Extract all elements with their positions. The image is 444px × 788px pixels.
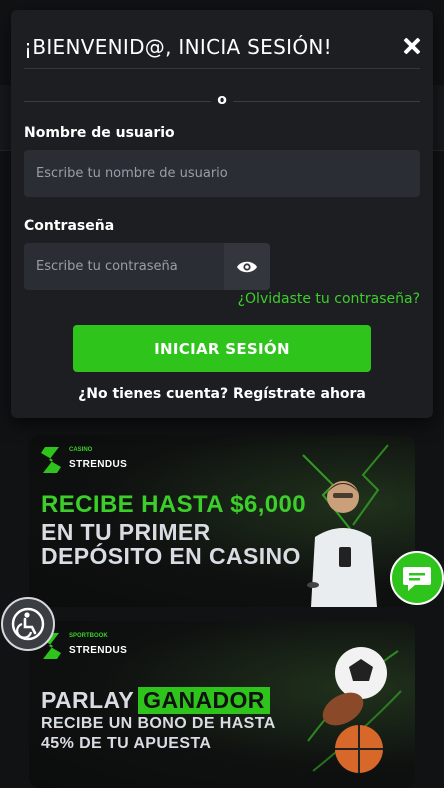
- promo-headline-tag: GANADOR: [138, 687, 270, 714]
- strendus-logo: SPORTBOOK STRENDUS: [39, 631, 129, 661]
- strendus-logo: CASINO STRENDUS: [39, 445, 129, 475]
- chat-icon: [403, 567, 431, 591]
- promo-line: EN TU PRIMER: [41, 519, 211, 545]
- logo-brand: STRENDUS: [69, 645, 128, 656]
- promo-headline: PARLAY GANADOR: [41, 687, 270, 714]
- sportsbook-promo-banner[interactable]: SPORTBOOK STRENDUS PARLAY GANADOR RECIBE …: [29, 621, 415, 788]
- promo-person-illustration: [302, 444, 389, 607]
- close-icon[interactable]: [403, 37, 421, 55]
- login-button[interactable]: INICIAR SESIÓN: [73, 325, 371, 372]
- strendus-s-icon: [41, 447, 61, 473]
- forgot-password-link[interactable]: ¿Olvidaste tu contraseña?: [238, 291, 420, 307]
- or-divider: o: [24, 92, 420, 108]
- username-input[interactable]: [24, 150, 420, 197]
- show-password-button[interactable]: [224, 243, 270, 290]
- register-link[interactable]: ¿No tienes cuenta? Regístrate ahora: [11, 386, 433, 402]
- casino-promo-banner[interactable]: CASINO STRENDUS RECIBE HASTA $6,000 EN T…: [29, 435, 415, 607]
- accessibility-button[interactable]: [1, 597, 55, 651]
- promo-line: RECIBE UN BONO DE HASTA: [41, 715, 276, 732]
- password-input[interactable]: [24, 243, 224, 290]
- eye-icon: [237, 261, 257, 272]
- modal-title: ¡BIENVENID@, INICIA SESIÓN!: [24, 35, 332, 59]
- username-label: Nombre de usuario: [24, 125, 175, 141]
- logo-brand: STRENDUS: [69, 459, 128, 470]
- chat-button[interactable]: [390, 551, 444, 605]
- or-separator-text: o: [211, 92, 233, 108]
- accessibility-icon: [11, 607, 45, 641]
- title-divider: [24, 68, 420, 69]
- promo-line: DEPÓSITO EN CASINO: [41, 543, 301, 569]
- logo-subtitle: CASINO: [69, 447, 93, 453]
- promo-headline-part: PARLAY: [41, 687, 135, 713]
- logo-subtitle: SPORTBOOK: [69, 633, 108, 639]
- promo-line: 45% DE TU APUESTA: [41, 735, 212, 752]
- sports-balls-illustration: [307, 647, 402, 773]
- promo-headline: RECIBE HASTA $6,000: [41, 491, 307, 518]
- password-label: Contraseña: [24, 218, 115, 234]
- login-modal: ¡BIENVENID@, INICIA SESIÓN! o Nombre de …: [11, 10, 433, 418]
